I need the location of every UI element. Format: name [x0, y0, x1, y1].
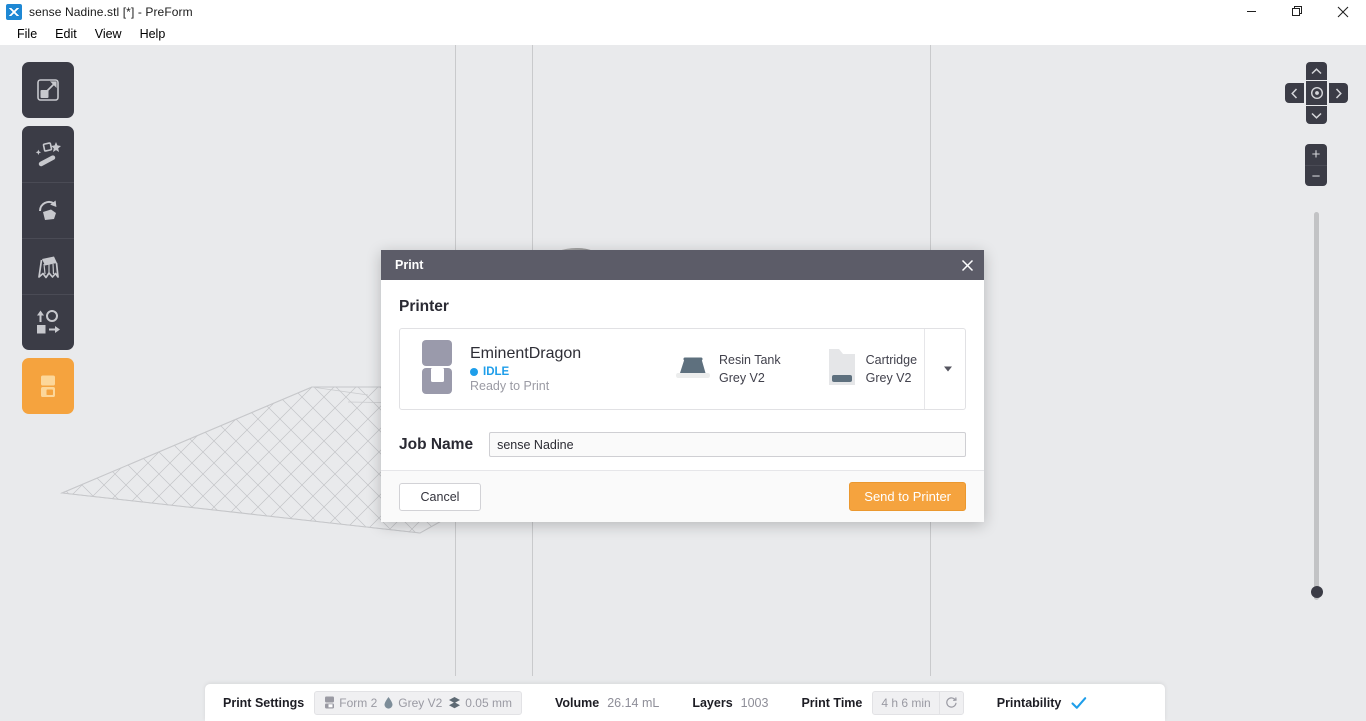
print-tool[interactable]: [22, 358, 74, 414]
window-controls: [1228, 0, 1366, 23]
printer-model-value: Form 2: [339, 695, 378, 710]
close-icon[interactable]: [956, 254, 978, 276]
print-time-label: Print Time: [801, 695, 863, 710]
menu-item-file[interactable]: File: [8, 25, 46, 43]
printer-icon: [418, 339, 456, 400]
view-right-button[interactable]: [1329, 83, 1348, 103]
resin-tank-label: Resin Tank: [719, 352, 781, 367]
layer-slider-track[interactable]: [1314, 212, 1319, 600]
zoom-controls: + −: [1305, 144, 1327, 186]
one-click-print-tool[interactable]: [22, 126, 74, 182]
menu-item-edit[interactable]: Edit: [46, 25, 86, 43]
layer-slider-handle[interactable]: [1311, 586, 1323, 598]
resin-tank-material: Grey V2: [719, 371, 765, 385]
cartridge-info: Cartridge Grey V2: [827, 347, 917, 392]
check-icon: [1071, 696, 1087, 710]
resin-drop-icon: [384, 697, 393, 709]
zoom-in-button[interactable]: +: [1305, 144, 1327, 165]
preform-app-icon: [6, 3, 22, 20]
layers-label: Layers: [692, 695, 733, 710]
view-up-button[interactable]: [1306, 62, 1327, 80]
window-title: sense Nadine.stl [*] - PreForm: [29, 4, 193, 19]
orientation-tool[interactable]: [22, 182, 74, 238]
view-home-button[interactable]: [1306, 81, 1327, 105]
tool-group-edit: [22, 126, 74, 350]
title-bar: sense Nadine.stl [*] - PreForm: [0, 0, 1366, 23]
close-icon[interactable]: [1320, 0, 1366, 23]
printability-label: Printability: [996, 695, 1062, 710]
printer-sub-status: Ready to Print: [470, 379, 550, 393]
layer-height-icon: [449, 697, 461, 709]
view-navigation-control: [1285, 62, 1348, 124]
resin-tank-icon: [676, 354, 710, 385]
size-tool[interactable]: [22, 62, 74, 118]
menu-item-view[interactable]: View: [86, 25, 131, 43]
print-dialog-body: Printer EminentDragon IDLE Ready to Prin…: [381, 280, 984, 457]
print-dialog-title: Print: [395, 258, 424, 272]
print-dialog: Print Printer EminentDragon IDLE Ready t…: [381, 250, 984, 522]
status-dot-icon: [470, 368, 478, 376]
zoom-out-button[interactable]: −: [1305, 165, 1327, 186]
job-name-label: Job Name: [399, 435, 474, 453]
printer-info: EminentDragon IDLE Ready to Print: [470, 345, 660, 393]
material-item: Grey V2: [383, 696, 442, 710]
job-name-input[interactable]: [489, 432, 966, 457]
print-dialog-footer: Cancel Send to Printer: [381, 470, 984, 522]
job-name-row: Job Name: [399, 432, 966, 457]
restore-icon[interactable]: [1274, 0, 1320, 23]
cartridge-icon: [827, 347, 857, 392]
card-divider: [924, 329, 925, 409]
send-to-printer-button[interactable]: Send to Printer: [849, 482, 966, 511]
volume-label: Volume: [554, 695, 600, 710]
layer-height-item: 0.05 mm: [448, 696, 512, 710]
refresh-icon[interactable]: [938, 691, 963, 714]
left-toolbar: [22, 62, 74, 414]
view-left-button[interactable]: [1285, 83, 1304, 103]
layer-height-value: 0.05 mm: [465, 695, 512, 710]
print-time-value: 4 h 6 min: [881, 695, 931, 710]
preform-window: sense Nadine.stl [*] - PreForm File Edit: [0, 0, 1366, 721]
printer-status-label: IDLE: [483, 366, 510, 378]
supports-tool[interactable]: [22, 238, 74, 294]
print-dialog-header: Print: [381, 250, 984, 280]
volume-value: 26.14 mL: [607, 695, 660, 710]
printer-selector-card[interactable]: EminentDragon IDLE Ready to Print Resin …: [399, 328, 966, 410]
printer-section-title: Printer: [399, 298, 449, 315]
cartridge-label: Cartridge: [865, 352, 918, 367]
printer-status: IDLE: [470, 366, 660, 378]
layout-tool[interactable]: [22, 294, 74, 350]
tool-group-size: [22, 62, 74, 118]
printer-model-item: Form 2: [324, 696, 377, 710]
caret-down-icon[interactable]: [944, 366, 952, 372]
layers-value: 1003: [740, 695, 769, 710]
print-time-pill: 4 h 6 min: [872, 690, 964, 715]
minimize-icon[interactable]: [1228, 0, 1274, 23]
print-settings-label: Print Settings: [223, 695, 305, 710]
printer-name: EminentDragon: [470, 345, 582, 362]
printer-model-icon: [325, 696, 335, 709]
layer-slider[interactable]: [1311, 212, 1323, 600]
print-settings-pill[interactable]: Form 2 Grey V2 0.05 mm: [314, 690, 522, 715]
cancel-button[interactable]: Cancel: [399, 482, 481, 511]
material-value: Grey V2: [398, 695, 443, 710]
menu-item-help[interactable]: Help: [131, 25, 175, 43]
cartridge-material: Grey V2: [865, 371, 912, 385]
resin-tank-info: Resin Tank Grey V2: [676, 351, 781, 387]
view-down-button[interactable]: [1306, 106, 1327, 124]
status-bar: Print Settings Form 2 Grey V2 0.05 mm Vo…: [205, 684, 1165, 721]
menu-bar: File Edit View Help: [0, 23, 1366, 45]
